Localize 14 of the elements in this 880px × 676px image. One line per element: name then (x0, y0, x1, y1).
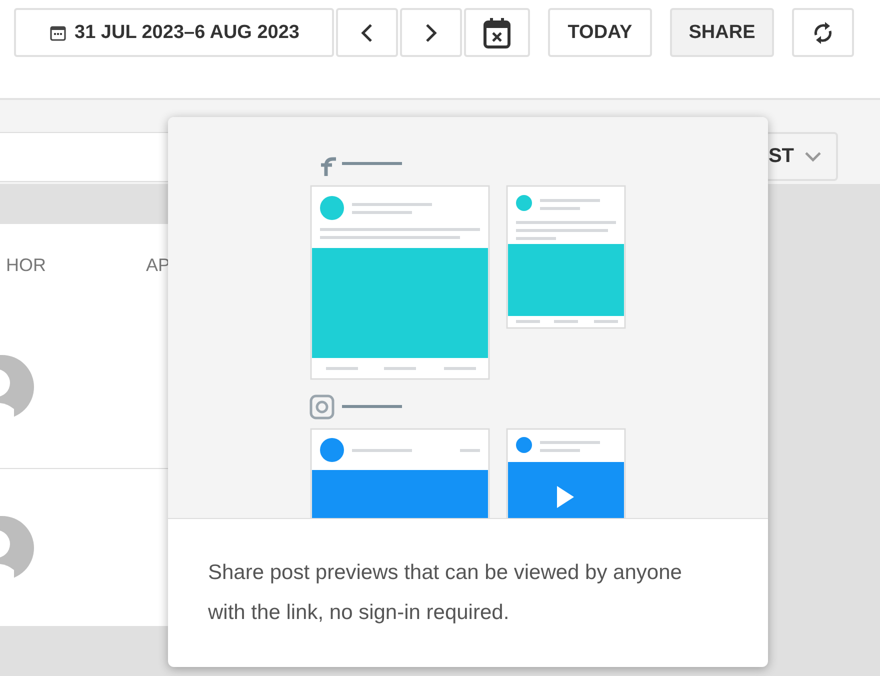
column-header: HOR (5, 254, 47, 276)
date-range-button[interactable]: 31 JUL 2023–6 AUG 2023 (14, 8, 334, 57)
chevron-left-icon (361, 22, 373, 42)
refresh-button[interactable] (792, 8, 854, 57)
share-button[interactable]: SHARE (670, 8, 774, 57)
chevron-down-icon (804, 150, 822, 162)
today-button[interactable]: TODAY (548, 8, 652, 57)
calendar-icon (48, 24, 66, 42)
chevron-right-icon (425, 22, 437, 42)
refresh-icon (812, 20, 834, 44)
column-header: AP (145, 254, 172, 276)
clear-date-button[interactable] (464, 8, 530, 57)
calendar-x-icon (483, 16, 511, 48)
popover-description: Share post previews that can be viewed by anyone with the link, no sign-in required. (207, 560, 683, 626)
